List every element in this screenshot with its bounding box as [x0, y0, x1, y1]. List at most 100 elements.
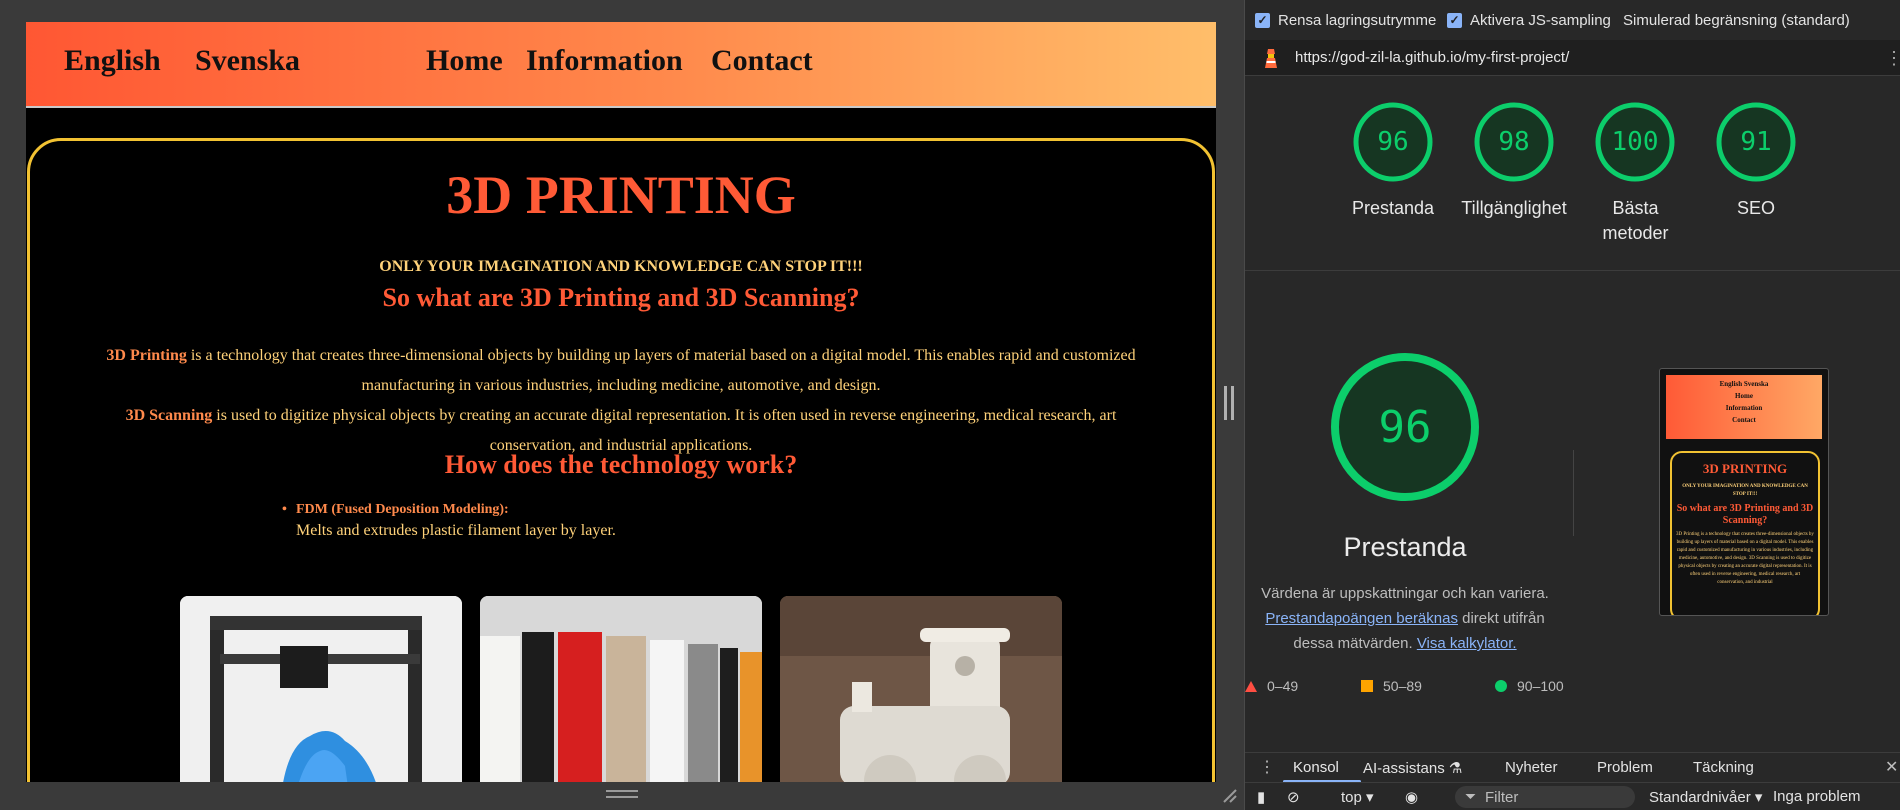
score-gauge-performance[interactable]: 96: [1351, 100, 1435, 184]
score-label-best-practices: Bästa metoder: [1602, 198, 1669, 243]
main-score-gauge: 96: [1328, 350, 1482, 504]
tab-console[interactable]: Konsol: [1293, 759, 1339, 776]
js-sampling-label: Aktivera JS-sampling: [1470, 12, 1611, 29]
sidebar-toggle-icon[interactable]: ▮: [1257, 788, 1265, 806]
tab-ai-assistance[interactable]: AI-assistans ⚗: [1363, 759, 1462, 777]
nav-lang-english[interactable]: English: [64, 44, 161, 78]
score-calc-link[interactable]: Prestandapoängen beräknas: [1265, 610, 1458, 627]
close-icon[interactable]: ✕: [1885, 757, 1898, 777]
tab-coverage[interactable]: Täckning: [1693, 759, 1754, 776]
score-gauge-best-practices[interactable]: 100: [1593, 100, 1677, 184]
term-3d-scanning: 3D Scanning: [125, 407, 213, 424]
horizontal-resize-handle[interactable]: [1224, 386, 1234, 420]
heading-what-is: So what are 3D Printing and 3D Scanning?: [382, 283, 860, 312]
paragraph-3d-printing: 3D Printing is a technology that creates…: [26, 341, 1216, 401]
log-levels-label: Standardnivåer: [1649, 788, 1751, 806]
nav-information[interactable]: Information: [526, 44, 683, 78]
flask-icon: ⚗: [1448, 760, 1463, 777]
checkbox-checked-icon: ✓: [1255, 13, 1270, 28]
site-header: English Svenska Home Information Contact: [26, 22, 1216, 108]
tagline: ONLY YOUR IMAGINATION AND KNOWLEDGE CAN …: [379, 258, 863, 275]
legend-good: 90–100: [1495, 678, 1564, 694]
main-score-value: 96: [1378, 402, 1432, 453]
tab-news[interactable]: Nyheter: [1505, 759, 1558, 776]
nav-lang-svenska[interactable]: Svenska: [195, 44, 300, 78]
nav-home[interactable]: Home: [426, 44, 503, 78]
website-page: English Svenska Home Information Contact…: [26, 22, 1216, 782]
thumbnail-title: 3D PRINTING: [1702, 461, 1788, 476]
corner-resize-handle[interactable]: [1220, 786, 1238, 804]
filter-placeholder: Filter: [1485, 789, 1519, 806]
nav-contact[interactable]: Contact: [711, 44, 813, 78]
console-toolbar: ▮ ⊘ top ▾ ◉ ⏷ Filter Standardnivåer ▾ In…: [1245, 782, 1900, 810]
lighthouse-icon: [1259, 46, 1283, 70]
desc-text-1: Värdena är uppskattningar och kan varier…: [1261, 585, 1549, 602]
tab-problems[interactable]: Problem: [1597, 759, 1653, 776]
lighthouse-options-bar: ✓ Rensa lagringsutrymme ✓ Aktivera JS-samp…: [1245, 0, 1900, 40]
vertical-resize-handle[interactable]: [606, 790, 638, 798]
report-url[interactable]: https://god-zil-la.github.io/my-first-pr…: [1295, 49, 1569, 66]
score-label-performance: Prestanda: [1351, 198, 1435, 218]
thumbnail-nav-langs: English Svenska: [1719, 380, 1769, 388]
js-sampling-checkbox[interactable]: ✓ Aktivera JS-sampling: [1447, 12, 1611, 29]
legend-good-range: 90–100: [1517, 678, 1564, 694]
score-value: 100: [1611, 127, 1659, 157]
score-legend: 0–49 50–89 90–100: [1245, 678, 1900, 698]
legend-poor: 0–49: [1245, 678, 1298, 694]
report-url-bar: https://god-zil-la.github.io/my-first-pr…: [1245, 40, 1900, 76]
context-selector[interactable]: top ▾: [1341, 788, 1374, 807]
drawer-tab-bar: ⋮ Konsol AI-assistans ⚗ Nyheter Problem …: [1245, 752, 1900, 783]
view-calculator-link[interactable]: Visa kalkylator.: [1417, 635, 1517, 652]
score-value: 96: [1377, 127, 1409, 157]
issues-counter[interactable]: Inga problem: [1773, 788, 1861, 805]
filament-spools-photo: [480, 596, 762, 782]
context-label: top: [1341, 788, 1362, 806]
para-3d-scanning-text: is used to digitize physical objects by …: [212, 407, 1117, 454]
devtools-panel: ✓ Rensa lagringsutrymme ✓ Aktivera JS-samp…: [1244, 0, 1900, 810]
score-gauge-seo[interactable]: 91: [1714, 100, 1798, 184]
heading-how-it-works: How does the technology work?: [444, 450, 798, 479]
score-value: 98: [1498, 127, 1530, 157]
thumbnail-heading: So what are 3D Printing and 3D Scanning?: [1676, 503, 1814, 526]
clear-storage-checkbox[interactable]: ✓ Rensa lagringsutrymme: [1255, 12, 1436, 29]
circle-icon: [1495, 680, 1507, 692]
legend-average-range: 50–89: [1383, 678, 1422, 694]
3d-printer-photo: [180, 596, 462, 782]
eye-icon[interactable]: ◉: [1405, 788, 1418, 806]
square-icon: [1361, 680, 1373, 692]
vertical-divider: [1573, 450, 1574, 536]
score-description: Värdena är uppskattningar och kan varier…: [1245, 581, 1565, 656]
thumbnail-nav-home: Home: [1735, 392, 1753, 400]
score-value: 91: [1740, 127, 1772, 157]
throttling-setting[interactable]: Simulerad begränsning (standard): [1623, 12, 1850, 29]
score-label-seo: SEO: [1736, 198, 1775, 218]
term-3d-printing: 3D Printing: [106, 347, 187, 364]
list-item-fdm-desc: Melts and extrudes plastic filament laye…: [296, 522, 616, 539]
score-gauge-accessibility[interactable]: 98: [1472, 100, 1556, 184]
website-viewport: English Svenska Home Information Contact…: [0, 0, 1244, 810]
thumbnail-header: English Svenska Home Information Contact: [1666, 375, 1822, 439]
main-score-title: Prestanda: [1343, 532, 1467, 562]
tab-ai-label: AI-assistans: [1363, 760, 1445, 777]
clear-console-icon[interactable]: ⊘: [1287, 788, 1300, 806]
thumbnail-nav-contact: Contact: [1732, 416, 1756, 424]
more-options-icon[interactable]: ⋮: [1885, 48, 1900, 69]
legend-poor-range: 0–49: [1267, 678, 1299, 694]
log-levels-dropdown[interactable]: Standardnivåer ▾: [1649, 788, 1762, 807]
filter-input[interactable]: ⏷ Filter: [1455, 786, 1635, 808]
thumbnail-nav-information: Information: [1725, 404, 1763, 412]
technology-list: FDM (Fused Deposition Modeling): Melts a…: [296, 502, 616, 540]
thumbnail-text: 3D Printing is a technology that creates…: [1676, 532, 1814, 585]
triangle-icon: [1245, 680, 1257, 692]
printed-train-photo: [780, 596, 1062, 782]
page-screenshot-thumbnail[interactable]: English Svenska Home Information Contact…: [1659, 368, 1829, 616]
filter-icon: ⏷: [1465, 788, 1477, 804]
list-item-fdm-term: FDM (Fused Deposition Modeling):: [296, 502, 616, 518]
thumbnail-body: 3D PRINTING ONLY YOUR IMAGINATION AND KN…: [1670, 451, 1820, 615]
para-3d-printing-text: is a technology that creates three-dimen…: [186, 347, 1136, 394]
section-divider: [1245, 270, 1900, 271]
score-label-accessibility: Tillgänglighet: [1461, 198, 1567, 218]
drawer-menu-icon[interactable]: ⋮: [1259, 757, 1275, 777]
page-title: 3D PRINTING: [446, 165, 796, 225]
clear-storage-label: Rensa lagringsutrymme: [1278, 12, 1437, 29]
